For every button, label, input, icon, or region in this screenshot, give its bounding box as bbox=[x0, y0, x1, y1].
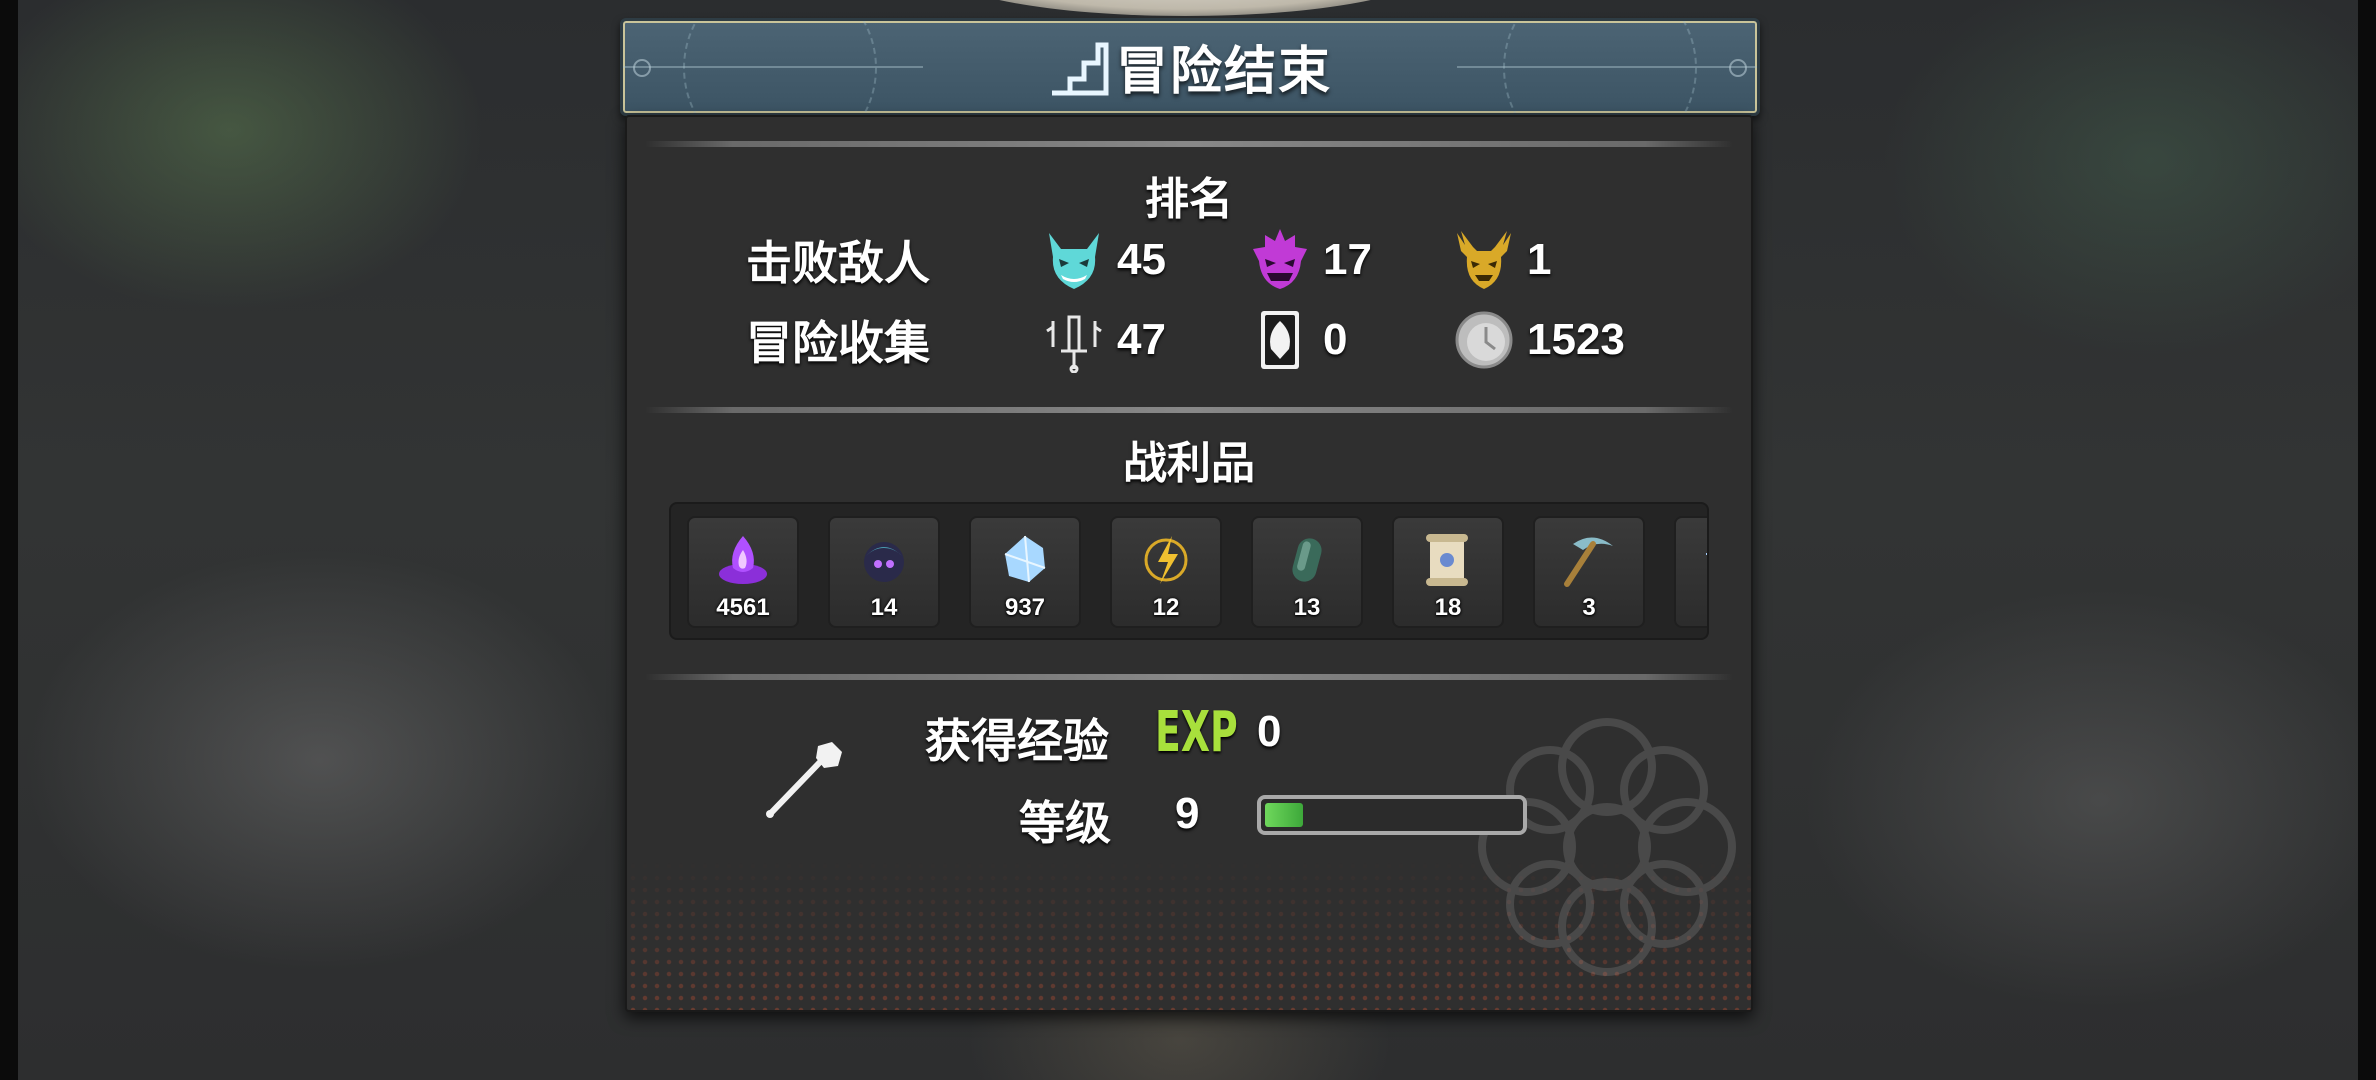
blue-crystal-icon bbox=[1004, 535, 1046, 583]
loot-slot[interactable]: 3 bbox=[1533, 516, 1645, 628]
blue-gem-icon bbox=[1706, 552, 1707, 556]
collected-card-count: 0 bbox=[1323, 315, 1348, 364]
loot-row: 4561 14 937 12 13 18 3 bbox=[687, 516, 1707, 628]
page-title: 冒险结束 bbox=[623, 29, 1757, 110]
dark-orb-icon bbox=[864, 542, 904, 582]
exp-badge: EXP bbox=[1155, 700, 1238, 765]
divider-bottom bbox=[645, 674, 1733, 680]
loot-slot[interactable]: 937 bbox=[969, 516, 1081, 628]
loot-slot[interactable]: 13 bbox=[1251, 516, 1363, 628]
level-value: 9 bbox=[1175, 789, 1200, 838]
loot-count: 4561 bbox=[716, 594, 770, 621]
divider-top bbox=[645, 141, 1733, 147]
loot-count: 1 bbox=[1676, 594, 1707, 622]
stairs-icon bbox=[1048, 39, 1110, 110]
loot-count: 937 bbox=[1004, 594, 1046, 621]
top-ornament bbox=[940, 0, 1430, 16]
loot-count: 13 bbox=[1293, 594, 1321, 621]
left-edge bbox=[0, 0, 18, 1080]
loot-count: 12 bbox=[1152, 594, 1180, 621]
sword-relic-icon bbox=[1039, 305, 1109, 375]
results-panel: 排名 击败敌人 冒险收集 45 17 1 47 0 1523 战利品 4561 … bbox=[625, 115, 1753, 1012]
exp-gain-label: 获得经验 bbox=[925, 715, 1109, 767]
gold-lightning-icon bbox=[1144, 536, 1188, 584]
ranking-title: 排名 bbox=[1145, 175, 1233, 224]
green-capsule-icon bbox=[1292, 538, 1322, 582]
stat-sword-relic: 47 bbox=[1039, 305, 1166, 375]
purple-flame-icon bbox=[719, 536, 767, 584]
defeated-enemies-label: 击败敌人 bbox=[746, 237, 930, 289]
defeated-purple-count: 17 bbox=[1323, 235, 1372, 284]
loot-slot[interactable]: 1 bbox=[1674, 516, 1707, 628]
card-icon bbox=[1245, 305, 1315, 375]
pickaxe-icon bbox=[1564, 537, 1613, 587]
loot-count: 14 bbox=[870, 594, 898, 621]
collected-coin-count: 1523 bbox=[1527, 315, 1625, 364]
stat-gold-demon: 1 bbox=[1449, 225, 1551, 295]
rosette-ornament-icon bbox=[1478, 718, 1736, 976]
level-progress-bar bbox=[1257, 795, 1527, 835]
loot-slot[interactable]: 4561 bbox=[687, 516, 799, 628]
wand-icon bbox=[766, 742, 842, 818]
defeated-cyan-count: 45 bbox=[1117, 235, 1166, 284]
stat-card: 0 bbox=[1245, 305, 1347, 375]
stat-coin: 1523 bbox=[1449, 305, 1625, 375]
silver-coin-icon bbox=[1449, 305, 1519, 375]
defeated-gold-count: 1 bbox=[1527, 235, 1552, 284]
stat-cyan-demon: 45 bbox=[1039, 225, 1166, 295]
loot-title: 战利品 bbox=[1123, 439, 1255, 488]
loot-slot[interactable]: 18 bbox=[1392, 516, 1504, 628]
loot-count: 18 bbox=[1434, 594, 1462, 621]
gold-antlered-demon-icon bbox=[1449, 225, 1519, 295]
loot-strip[interactable]: 4561 14 937 12 13 18 3 bbox=[669, 502, 1709, 640]
title-text: 冒险结束 bbox=[1115, 43, 1332, 101]
exp-gain-value: 0 bbox=[1257, 707, 1282, 756]
adventure-collection-label: 冒险收集 bbox=[746, 317, 930, 369]
title-banner: 冒险结束 bbox=[620, 18, 1760, 116]
level-progress-fill bbox=[1265, 803, 1303, 827]
loot-count: 3 bbox=[1582, 594, 1596, 621]
loot-slot[interactable]: 14 bbox=[828, 516, 940, 628]
loot-slot[interactable]: 12 bbox=[1110, 516, 1222, 628]
scroll-icon bbox=[1426, 534, 1468, 586]
right-edge bbox=[2358, 0, 2376, 1080]
collected-relic-count: 47 bbox=[1117, 315, 1166, 364]
purple-demon-mask-icon bbox=[1245, 225, 1315, 295]
cyan-demon-mask-icon bbox=[1039, 225, 1109, 295]
divider-middle bbox=[645, 407, 1733, 413]
level-label: 等级 bbox=[1019, 797, 1111, 849]
stat-purple-demon: 17 bbox=[1245, 225, 1372, 295]
